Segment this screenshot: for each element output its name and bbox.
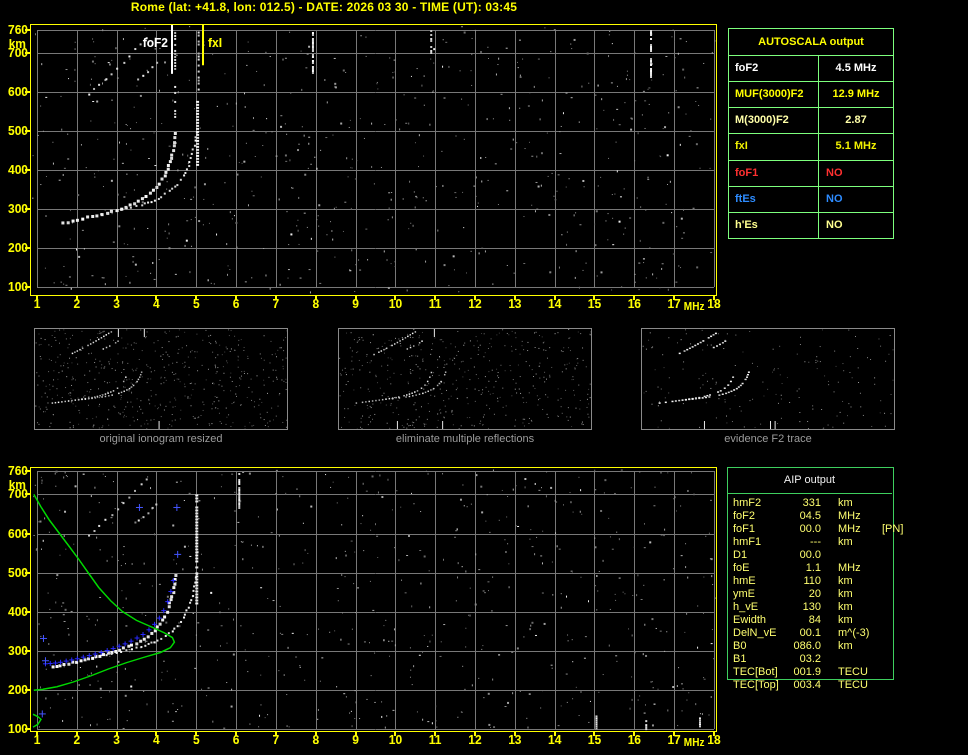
aip-row-b1: B1 03.2 (733, 653, 821, 665)
row-label: fxI (729, 134, 819, 160)
row-value: 5.1 MHz (835, 140, 877, 153)
autoscala-window: Rome (lat: +41.8, lon: 012.5) - DATE: 20… (0, 0, 968, 755)
autoscala-table-header: AUTOSCALA output (729, 29, 893, 56)
thumbnail-caption: original ionogram resized (99, 433, 223, 445)
aip-rows: hmF2 331 km foF2 04.5 MHz foF1 00.0 MHz [PN] hm… (727, 497, 927, 692)
aip-row-tectop: TEC[Top] 003.4 TECU (733, 679, 868, 691)
aip-output-table: AIP output hmF2 331 km foF2 04.5 MHz foF1 00.… (727, 467, 927, 702)
thumbnail-eliminate-reflections (338, 328, 592, 430)
row-label: MUF(3000)F2 (729, 82, 819, 108)
thumbnail-original-ionogram (34, 328, 288, 430)
aip-row-hmf1: hmF1 --- km (733, 536, 853, 548)
aip-row-ewidth: Ewidth 84 km (733, 614, 853, 626)
aip-row-d1: D1 00.0 (733, 549, 821, 561)
aip-row-delnve: DelN_vE 00.1 m^(-3) (733, 627, 870, 639)
row-label: h'Es (729, 212, 819, 238)
row-label: ftEs (729, 186, 819, 212)
aip-row-fof2: foF2 04.5 MHz (733, 510, 861, 522)
restored-ionogram-plot (0, 464, 724, 755)
row-label: foF2 (729, 56, 819, 82)
scaled-ionogram-plot (0, 22, 724, 314)
aip-row-b0: B0 086.0 km (733, 640, 853, 652)
aip-row-foe: foE 1.1 MHz (733, 562, 861, 574)
table-row-fxi: fxI 5.1 MHz (729, 134, 893, 161)
aip-row-hmf2: hmF2 331 km (733, 497, 853, 509)
row-value: 2.87 (845, 114, 867, 127)
row-value: 4.5 MHz (835, 62, 877, 74)
thumbnail-caption: evidence F2 trace (724, 433, 812, 445)
table-row-m3000f2: M(3000)F2 2.87 (729, 108, 893, 135)
aip-row-fof1: foF1 00.0 MHz [PN] (733, 523, 904, 535)
thumbnail-evidence-f2-trace (641, 328, 895, 430)
table-row-ftes: ftEs NO (729, 186, 893, 213)
table-row-muf3000f2: MUF(3000)F2 12.9 MHz (729, 82, 893, 109)
row-value: NO (826, 218, 843, 231)
table-row-fof2: foF2 4.5 MHz (729, 56, 893, 83)
thumbnail-caption: eliminate multiple reflections (395, 433, 535, 445)
aip-row-tecbot: TEC[Bot] 001.9 TECU (733, 666, 868, 678)
row-value: 12.9 MHz (832, 88, 880, 101)
page-title: Rome (lat: +41.8, lon: 012.5) - DATE: 20… (130, 0, 518, 14)
autoscala-output-table: AUTOSCALA output foF2 4.5 MHz MUF(3000)F… (728, 28, 894, 239)
table-row-hes: h'Es NO (729, 212, 893, 238)
aip-row-yme: ymE 20 km (733, 588, 853, 600)
table-row-fof1: foF1 NO (729, 160, 893, 187)
aip-table-header: AIP output (727, 467, 892, 494)
row-value: NO (826, 192, 843, 205)
row-value: NO (826, 166, 843, 179)
row-label: foF1 (729, 160, 819, 186)
row-label: M(3000)F2 (729, 108, 819, 134)
aip-row-hme: hmE 110 km (733, 575, 853, 587)
aip-row-hve: h_vE 130 km (733, 601, 853, 613)
